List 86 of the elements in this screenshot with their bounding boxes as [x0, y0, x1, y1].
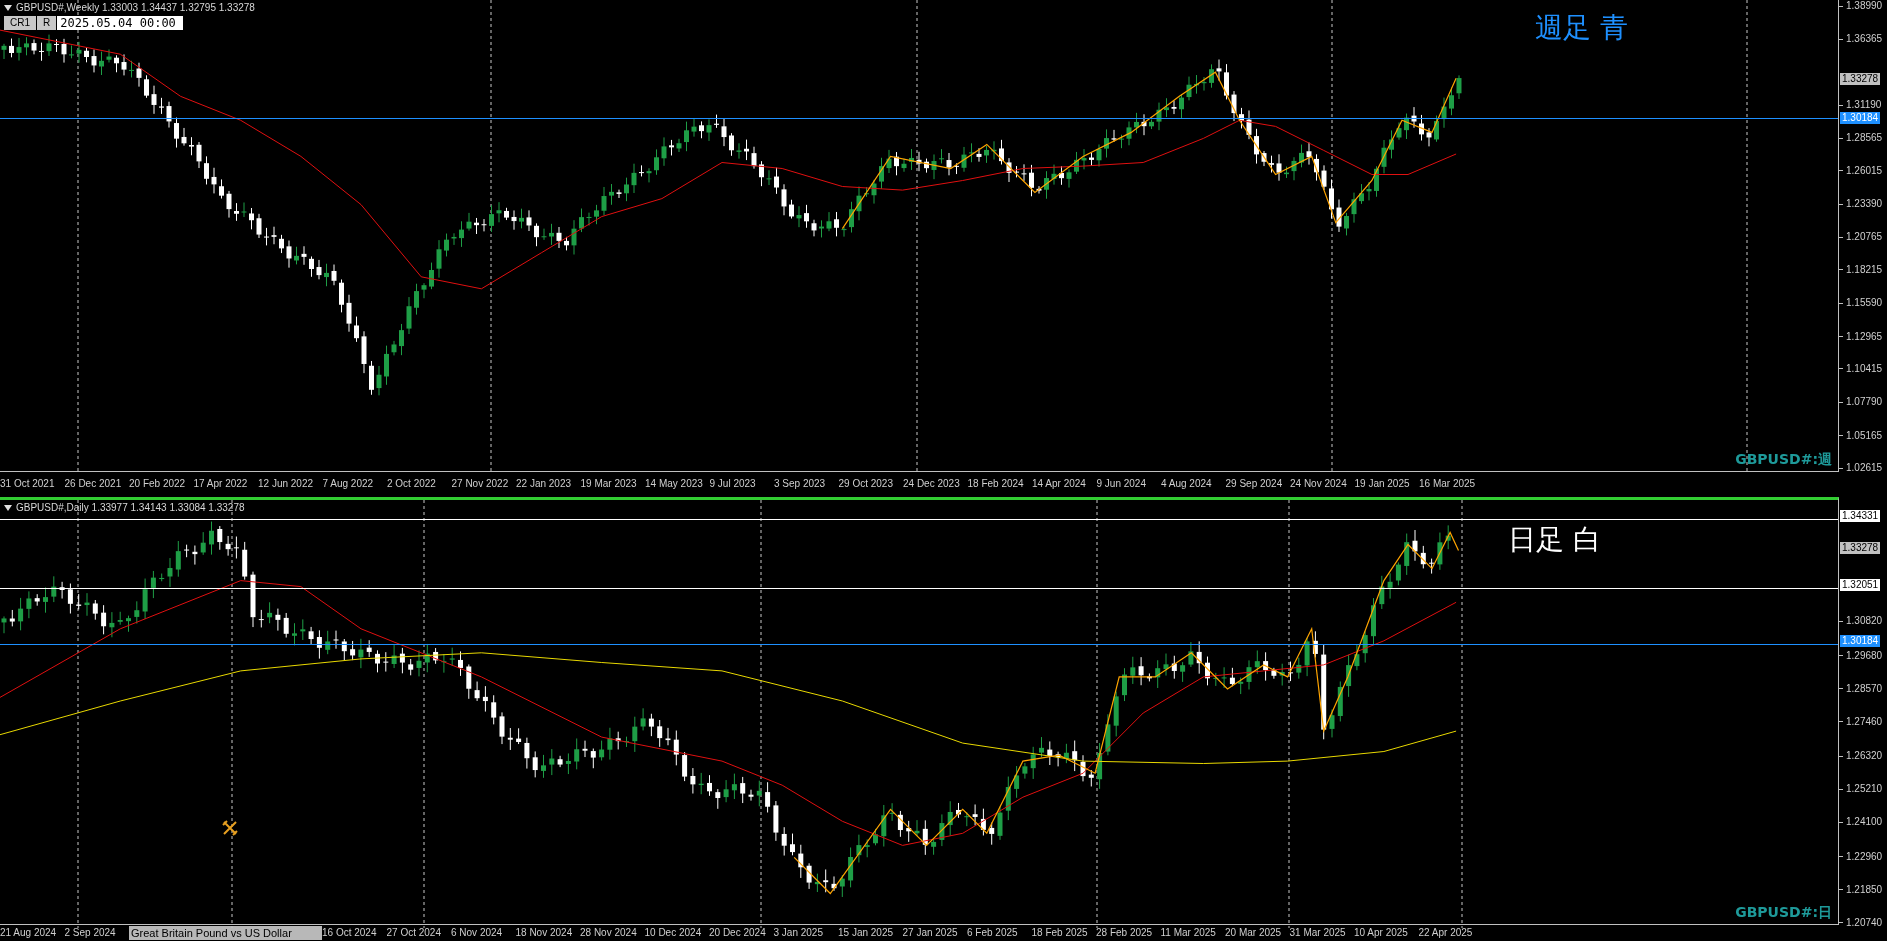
price-label: 1.07790 — [1846, 396, 1883, 409]
date-label: 26 Dec 2021 — [64, 477, 123, 490]
cross-marker-icon — [222, 820, 238, 836]
price-tag: 1.34331 — [1840, 510, 1881, 523]
date-label: 29 Sep 2024 — [1225, 477, 1284, 490]
date-label: 19 Mar 2023 — [580, 477, 638, 490]
chart-annotation: 週足 青 — [1535, 12, 1628, 44]
dropdown-triangle-icon[interactable] — [4, 5, 12, 11]
price-label: 1.22960 — [1846, 850, 1883, 863]
price-label: 1.26320 — [1846, 750, 1883, 763]
date-label: 18 Feb 2024 — [967, 477, 1025, 490]
date-label: 3 Sep 2023 — [774, 477, 827, 490]
date-label: 28 Feb 2025 — [1096, 927, 1154, 939]
price-label: 1.10415 — [1846, 362, 1883, 375]
price-label: 1.25210 — [1846, 783, 1883, 796]
dropdown-triangle-icon[interactable] — [4, 505, 12, 511]
price-label: 1.15590 — [1846, 297, 1883, 310]
date-label: 3 Jan 2025 — [773, 927, 824, 939]
price-label: 1.30820 — [1846, 615, 1883, 628]
price-label: 1.18215 — [1846, 263, 1883, 276]
date-label: 24 Nov 2024 — [1290, 477, 1348, 490]
price-label: 1.21850 — [1846, 883, 1883, 896]
date-label: 17 Apr 2022 — [193, 477, 249, 490]
date-label: 4 Aug 2024 — [1161, 477, 1213, 490]
price-label: 1.05165 — [1846, 429, 1883, 442]
date-label: 6 Nov 2024 — [451, 927, 504, 939]
date-label: 31 Oct 2021 — [0, 477, 56, 490]
time-input-field[interactable]: 2025.05.04 00:00 — [57, 16, 184, 30]
date-label: 14 May 2023 — [645, 477, 704, 490]
date-label: 27 Jan 2025 — [902, 927, 959, 939]
date-label: 20 Feb 2022 — [129, 477, 187, 490]
date-label: 2 Sep 2024 — [64, 927, 117, 939]
price-label: 1.24100 — [1846, 816, 1883, 829]
price-label: 1.38990 — [1846, 0, 1883, 12]
date-label: 16 Mar 2025 — [1419, 477, 1477, 490]
price-label: 1.23390 — [1846, 198, 1883, 211]
price-label: 1.26015 — [1846, 164, 1883, 177]
tooltip: Great Britain Pound vs US Dollar — [129, 926, 322, 940]
date-label: 20 Dec 2024 — [709, 927, 767, 939]
symbol-corner-label: GBPUSD#:週 — [1735, 451, 1832, 467]
date-label: 31 Mar 2025 — [1289, 927, 1347, 939]
price-label: 1.36365 — [1846, 33, 1883, 46]
chart-annotation: 日足 白 — [1508, 524, 1601, 556]
date-label: 10 Apr 2025 — [1354, 927, 1409, 939]
date-label: 18 Feb 2025 — [1031, 927, 1089, 939]
date-label: 22 Jan 2023 — [516, 477, 573, 490]
price-tag: 1.30184 — [1840, 634, 1881, 647]
price-label: 1.31190 — [1846, 99, 1882, 112]
date-label: 27 Nov 2022 — [451, 477, 510, 490]
date-label: 24 Dec 2023 — [903, 477, 961, 490]
chart-button[interactable]: CR1 — [4, 16, 36, 30]
date-label: 22 Apr 2025 — [1418, 927, 1474, 939]
date-label: 18 Nov 2024 — [515, 927, 574, 939]
date-label: 6 Feb 2025 — [967, 927, 1019, 939]
date-label: 20 Mar 2025 — [1225, 927, 1283, 939]
date-label: 15 Jan 2025 — [838, 927, 895, 939]
date-label: 14 Apr 2024 — [1032, 477, 1087, 490]
price-tag: 1.33278 — [1840, 72, 1881, 85]
price-label: 1.20740 — [1846, 917, 1883, 929]
date-label: 28 Nov 2024 — [580, 927, 638, 939]
price-label: 1.12965 — [1846, 330, 1883, 343]
price-tag: 1.30184 — [1840, 111, 1881, 124]
chart-button[interactable]: R — [37, 16, 57, 30]
date-label: 2 Oct 2022 — [387, 477, 437, 490]
price-label: 1.29680 — [1846, 649, 1883, 662]
date-label: 19 Jan 2025 — [1354, 477, 1411, 490]
price-label: 1.27460 — [1846, 716, 1883, 728]
date-label: 12 Jun 2022 — [258, 477, 315, 490]
symbol-header: GBPUSD#,Daily 1.33977 1.34143 1.33084 1.33278 — [16, 502, 245, 514]
price-tag: 1.32051 — [1840, 578, 1881, 591]
date-label: 9 Jun 2024 — [1096, 477, 1147, 490]
price-label: 1.20765 — [1846, 231, 1883, 244]
price-label: 1.28565 — [1846, 132, 1883, 145]
price-label: 1.28570 — [1846, 682, 1883, 695]
date-label: 10 Dec 2024 — [644, 927, 703, 939]
date-label: 7 Aug 2022 — [322, 477, 375, 490]
date-label: 9 Jul 2023 — [709, 477, 757, 490]
symbol-corner-label: GBPUSD#:日 — [1735, 904, 1832, 920]
date-label: 21 Aug 2024 — [0, 927, 58, 939]
date-label: 16 Oct 2024 — [322, 927, 378, 939]
date-label: 11 Mar 2025 — [1160, 927, 1217, 939]
date-label: 29 Oct 2023 — [838, 477, 894, 490]
date-label: 27 Oct 2024 — [386, 927, 442, 939]
price-label: 1.02615 — [1846, 462, 1883, 475]
symbol-header: GBPUSD#,Weekly 1.33003 1.34437 1.32795 1.33278 — [16, 2, 255, 14]
price-tag: 1.33278 — [1840, 541, 1881, 554]
